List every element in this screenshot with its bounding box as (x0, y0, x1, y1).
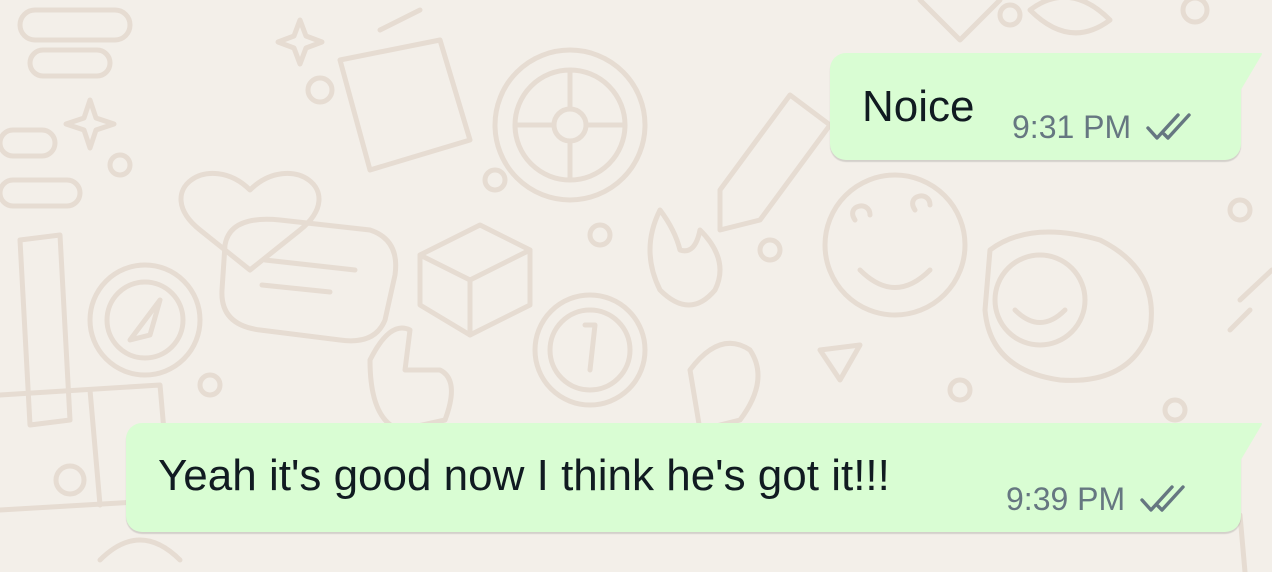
message-text: Noice (862, 82, 975, 131)
double-check-icon (1140, 485, 1185, 512)
message-time: 9:31 PM (1012, 109, 1132, 145)
bubble-tail (1239, 53, 1262, 93)
message-meta: 9:39 PM (1006, 483, 1193, 515)
message-bubble-outgoing[interactable]: Yeah it's good now I think he's got it!!… (126, 423, 1262, 532)
message-meta: 9:31 PM (1012, 111, 1199, 143)
message-bubble-outgoing[interactable]: Noice 9:31 PM (830, 53, 1262, 160)
message-time: 9:39 PM (1006, 481, 1126, 517)
double-check-icon (1146, 113, 1191, 140)
bubble-tail (1239, 423, 1262, 463)
message-text: Yeah it's good now I think he's got it!!… (158, 451, 890, 500)
